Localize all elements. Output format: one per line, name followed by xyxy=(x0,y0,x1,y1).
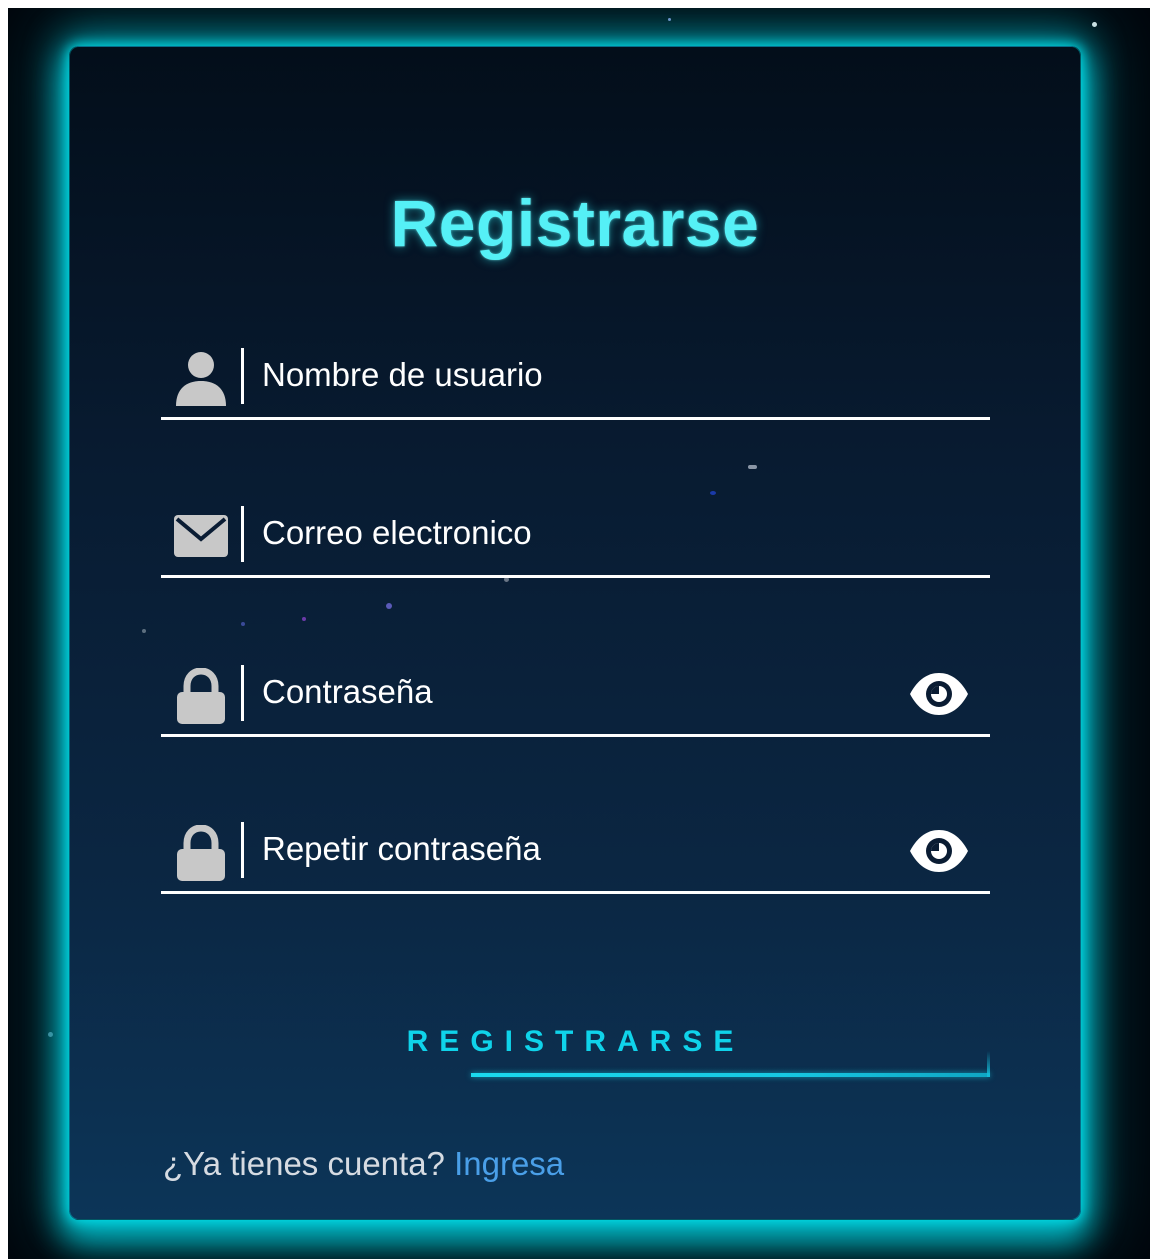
email-input[interactable] xyxy=(262,507,882,559)
user-icon xyxy=(176,352,226,406)
page-title: Registrarse xyxy=(390,186,760,260)
login-prompt: ¿Ya tienes cuenta? Ingresa xyxy=(163,1145,564,1183)
login-prompt-text: ¿Ya tienes cuenta? xyxy=(163,1145,445,1182)
register-button-wrapper: REGISTRARSE xyxy=(161,1013,990,1085)
lock-icon xyxy=(177,668,225,724)
register-button[interactable]: REGISTRARSE xyxy=(161,1013,990,1071)
star-decoration xyxy=(1092,22,1097,27)
repeat-password-field xyxy=(161,815,990,894)
login-link[interactable]: Ingresa xyxy=(454,1145,564,1182)
repeat-password-input[interactable] xyxy=(262,823,882,875)
star-decoration xyxy=(710,491,716,495)
button-underline-tick xyxy=(987,1051,990,1077)
field-divider xyxy=(241,506,244,562)
password-input[interactable] xyxy=(262,666,882,718)
field-divider xyxy=(241,348,244,404)
username-field xyxy=(161,341,990,420)
password-field xyxy=(161,658,990,737)
eye-icon[interactable] xyxy=(908,827,970,875)
button-underline xyxy=(471,1073,990,1077)
field-divider xyxy=(241,822,244,878)
star-decoration xyxy=(302,617,306,621)
envelope-icon xyxy=(174,515,228,557)
star-decoration xyxy=(48,1032,53,1037)
star-decoration xyxy=(241,622,245,626)
register-card: Registrarse Nombre de usuario Correo ele… xyxy=(69,46,1081,1220)
lock-icon xyxy=(177,825,225,881)
star-decoration xyxy=(748,465,757,469)
star-decoration xyxy=(386,603,392,609)
star-decoration xyxy=(668,18,671,21)
email-field xyxy=(161,499,990,578)
field-divider xyxy=(241,665,244,721)
username-input[interactable] xyxy=(262,349,882,401)
star-decoration xyxy=(142,629,146,633)
eye-icon[interactable] xyxy=(908,670,970,718)
page-background: Registrarse Nombre de usuario Correo ele… xyxy=(8,8,1150,1259)
